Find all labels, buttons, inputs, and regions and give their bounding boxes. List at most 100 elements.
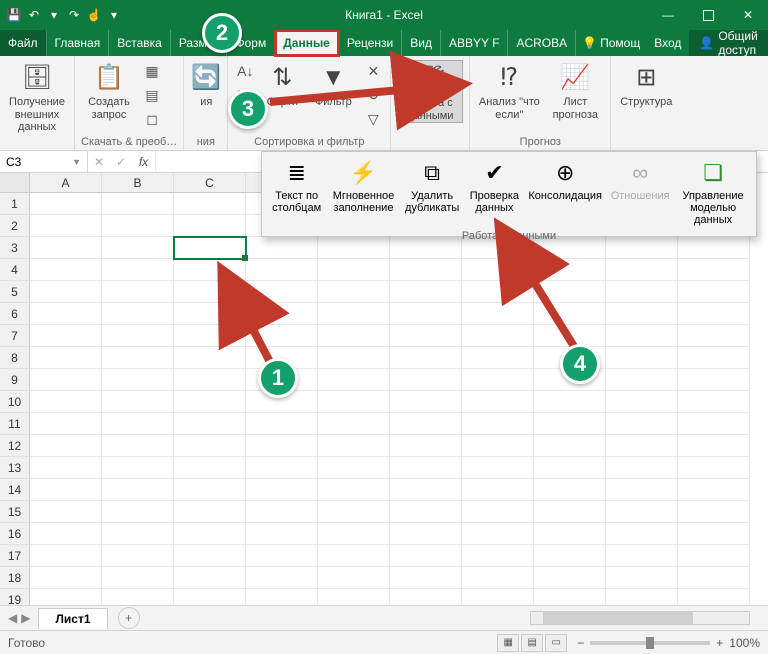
cell[interactable] — [246, 589, 318, 605]
cell[interactable] — [30, 391, 102, 413]
cell[interactable] — [174, 391, 246, 413]
row-header[interactable]: 16 — [0, 523, 30, 545]
row-header[interactable]: 6 — [0, 303, 30, 325]
cell[interactable] — [174, 523, 246, 545]
row-header[interactable]: 19 — [0, 589, 30, 605]
cell[interactable] — [390, 259, 462, 281]
cell[interactable] — [318, 545, 390, 567]
cell[interactable] — [174, 545, 246, 567]
sheet-nav-prev-icon[interactable]: ◀ — [8, 611, 17, 625]
cell[interactable] — [30, 479, 102, 501]
cell[interactable] — [390, 391, 462, 413]
cell[interactable] — [102, 193, 174, 215]
cell[interactable] — [678, 369, 750, 391]
cell[interactable] — [462, 391, 534, 413]
tab-abbyy[interactable]: ABBYY F — [441, 30, 508, 56]
add-sheet-button[interactable]: + — [118, 607, 140, 629]
cell[interactable] — [102, 523, 174, 545]
cell[interactable] — [606, 281, 678, 303]
outline-button[interactable]: ⊞ Структура — [617, 60, 675, 109]
tab-view[interactable]: Вид — [402, 30, 441, 56]
cell[interactable] — [606, 457, 678, 479]
cell[interactable] — [534, 501, 606, 523]
cell[interactable] — [102, 237, 174, 259]
tab-data[interactable]: Данные — [275, 30, 339, 56]
undo-icon[interactable]: ↶ — [26, 7, 42, 23]
login-link[interactable]: Вход — [646, 30, 689, 56]
text-to-columns-button[interactable]: ≣Текст по столбцам — [268, 156, 325, 216]
qat-more-icon[interactable]: ▾ — [46, 7, 62, 23]
cell[interactable] — [318, 281, 390, 303]
cell[interactable] — [246, 545, 318, 567]
zoom-slider[interactable] — [590, 641, 710, 645]
cell[interactable] — [318, 391, 390, 413]
row-header[interactable]: 13 — [0, 457, 30, 479]
get-external-data-button[interactable]: 🗄 Получение внешних данных — [6, 60, 68, 134]
ribbon-display-icon[interactable] — [122, 0, 162, 30]
cell[interactable] — [678, 567, 750, 589]
cell[interactable] — [102, 567, 174, 589]
zoom-in-button[interactable]: + — [716, 636, 723, 650]
cell[interactable] — [534, 479, 606, 501]
cell[interactable] — [606, 347, 678, 369]
cell[interactable] — [534, 567, 606, 589]
tell-me[interactable]: 💡Помощ — [576, 30, 646, 56]
chevron-down-icon[interactable]: ▼ — [72, 157, 81, 167]
cell[interactable] — [246, 567, 318, 589]
cell[interactable] — [102, 413, 174, 435]
cell[interactable] — [462, 435, 534, 457]
cell[interactable] — [246, 435, 318, 457]
zoom-out-button[interactable]: − — [577, 636, 584, 650]
cell[interactable] — [462, 479, 534, 501]
cell[interactable] — [606, 369, 678, 391]
cell[interactable] — [462, 501, 534, 523]
row-header[interactable]: 2 — [0, 215, 30, 237]
cell[interactable] — [30, 567, 102, 589]
cell[interactable] — [606, 391, 678, 413]
cell[interactable] — [678, 523, 750, 545]
cell[interactable] — [318, 413, 390, 435]
view-page-break-button[interactable]: ▭ — [545, 634, 567, 652]
cell[interactable] — [606, 325, 678, 347]
cell[interactable] — [678, 457, 750, 479]
cell[interactable] — [678, 479, 750, 501]
cell[interactable] — [318, 589, 390, 605]
cell[interactable] — [318, 259, 390, 281]
cell[interactable] — [318, 303, 390, 325]
cell[interactable] — [102, 347, 174, 369]
cell[interactable] — [606, 479, 678, 501]
cell[interactable] — [318, 567, 390, 589]
cell[interactable] — [678, 501, 750, 523]
cell[interactable] — [318, 523, 390, 545]
refresh-button[interactable]: 🔄 ия — [190, 60, 222, 109]
consolidate-button[interactable]: ⊕Консолидация — [526, 156, 604, 204]
data-validation-button[interactable]: ✔Проверка данных — [467, 156, 523, 216]
cell[interactable] — [390, 325, 462, 347]
forecast-sheet-button[interactable]: 📈 Лист прогноза — [546, 60, 604, 121]
cell[interactable] — [30, 303, 102, 325]
save-icon[interactable]: 💾 — [6, 7, 22, 23]
cell[interactable] — [462, 589, 534, 605]
sort-az-icon[interactable]: A↓ — [234, 60, 256, 82]
cell[interactable] — [318, 435, 390, 457]
new-query-button[interactable]: 📋 Создать запрос — [81, 60, 137, 121]
cell[interactable] — [390, 589, 462, 605]
cell[interactable] — [102, 479, 174, 501]
share-button[interactable]: 👤Общий доступ — [689, 30, 768, 56]
cell[interactable] — [102, 457, 174, 479]
cell[interactable] — [606, 545, 678, 567]
cell[interactable] — [606, 501, 678, 523]
cell[interactable] — [534, 589, 606, 605]
column-header[interactable]: A — [30, 173, 102, 193]
recent-sources-icon[interactable]: ◻ — [141, 108, 163, 130]
cell[interactable] — [318, 479, 390, 501]
cell[interactable] — [390, 457, 462, 479]
row-header[interactable]: 4 — [0, 259, 30, 281]
cell[interactable] — [30, 457, 102, 479]
cell[interactable] — [390, 545, 462, 567]
manage-data-model-button[interactable]: ❏Управление моделью данных — [676, 156, 750, 228]
cell[interactable] — [174, 237, 246, 259]
name-box[interactable]: C3▼ — [0, 151, 88, 172]
row-header[interactable]: 3 — [0, 237, 30, 259]
sheet-tab[interactable]: Лист1 — [38, 608, 107, 629]
